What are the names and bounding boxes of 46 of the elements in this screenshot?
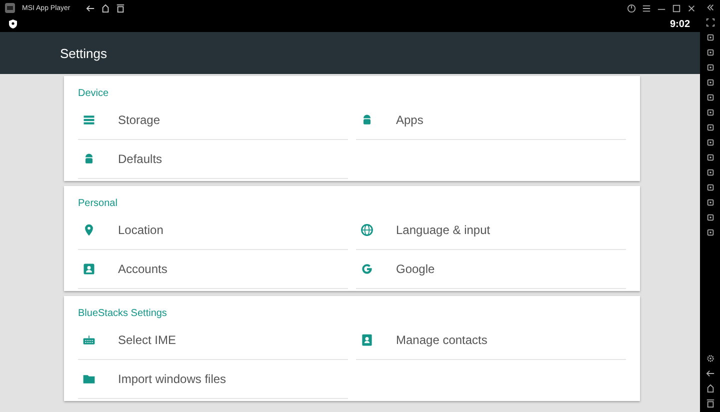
close-icon[interactable] [687, 4, 696, 12]
settings-item[interactable]: Import windows files [78, 360, 348, 399]
shield-icon [8, 19, 18, 29]
item-label: Location [118, 223, 164, 237]
fullscreen-icon[interactable] [706, 18, 714, 27]
item-label: Import windows files [118, 372, 226, 386]
item-label: Language & input [396, 223, 490, 237]
item-label: Manage contacts [396, 333, 488, 347]
pin-icon [82, 223, 96, 237]
settings-item[interactable]: Select IME [78, 321, 348, 360]
back-icon[interactable] [86, 4, 96, 12]
recents-icon[interactable] [706, 399, 714, 408]
settings-item[interactable]: Defaults [78, 140, 348, 179]
item-label: Accounts [118, 262, 168, 276]
recents-icon[interactable] [116, 4, 126, 12]
google-icon [360, 262, 374, 276]
settings-item[interactable]: Manage contacts [356, 321, 626, 360]
section-title: BlueStacks Settings [78, 308, 168, 319]
section-title: Device [78, 88, 110, 99]
item-label: Google [396, 262, 435, 276]
item-label: Select IME [118, 333, 176, 347]
folder-icon [82, 372, 96, 386]
home-icon[interactable] [101, 4, 110, 12]
keyboard-icon [82, 333, 96, 347]
settings-item[interactable]: Storage [78, 101, 348, 140]
settings-item[interactable]: Location [78, 211, 348, 250]
item-label: Apps [396, 113, 424, 127]
settings-item[interactable]: Language & input [356, 211, 626, 250]
menu-icon[interactable] [642, 4, 651, 12]
item-label: Storage [118, 113, 160, 127]
collapse-icon[interactable] [706, 3, 714, 12]
section-title: Personal [78, 198, 118, 209]
power-icon[interactable] [627, 4, 636, 12]
back-icon[interactable] [706, 369, 714, 378]
settings-item[interactable]: Google [356, 250, 626, 289]
app-logo-icon [4, 2, 16, 14]
settings-item[interactable]: Apps [356, 101, 626, 140]
item-label: Defaults [118, 152, 162, 166]
toolbar-title: Settings [60, 46, 107, 60]
home-icon[interactable] [706, 384, 714, 393]
contact-icon [360, 333, 374, 347]
account-icon [82, 262, 96, 276]
settings-item[interactable]: Accounts [78, 250, 348, 289]
globe-icon [360, 223, 374, 237]
status-time: 9:02 [670, 18, 690, 30]
maximize-icon[interactable] [672, 4, 681, 12]
